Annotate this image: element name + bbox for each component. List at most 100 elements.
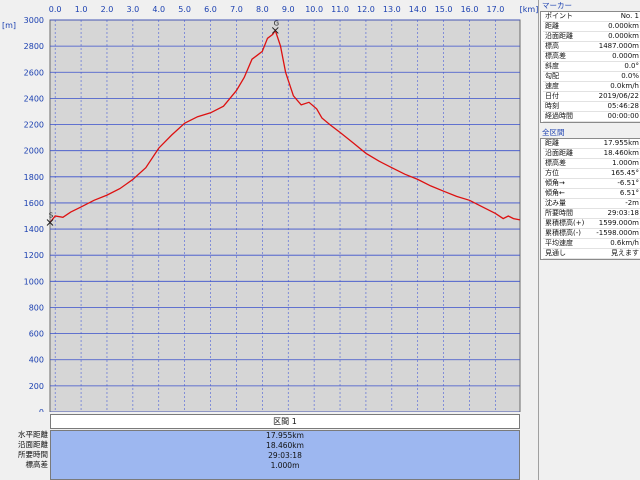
- section-group-title: 全区間: [542, 128, 565, 137]
- info-label: 経過時間: [543, 111, 585, 122]
- x-tick-label: 16.0: [461, 5, 479, 14]
- y-tick-label: 200: [29, 382, 44, 391]
- x-tick-label: 17.0: [486, 5, 504, 14]
- horizontal-distance-label: 水平距離: [18, 430, 48, 439]
- y-tick-label: 2000: [24, 147, 44, 156]
- info-row: 沈み量 -2m: [543, 198, 640, 209]
- info-value: -2m: [590, 198, 640, 209]
- section-summary-labels: 水平距離 沿面距離 所要時間 標高差: [2, 430, 48, 470]
- y-tick-label: 1400: [24, 225, 44, 234]
- x-tick-label: 0.0: [49, 5, 62, 14]
- section-info-table: 距離 17.955km 沿面距離 18.460km 標高差 1.000m 方位 165.45°…: [543, 139, 640, 259]
- surface-distance-label: 沿面距離: [18, 440, 48, 449]
- marker-group-title: マーカー: [542, 1, 572, 10]
- info-label: 日付: [543, 91, 585, 102]
- section-label[interactable]: 区間 1: [50, 414, 520, 429]
- elevation-chart-svg[interactable]: 0.0 1.0 2.0 3.0 4.0 5.0 6.0 7.0 8.0 9.0 10.0 11.0 12…: [0, 0, 538, 412]
- info-row: 傾角← 6.51°: [543, 188, 640, 199]
- info-label: 時刻: [543, 101, 585, 112]
- x-tick-label: 1.0: [75, 5, 88, 14]
- info-row: 見通し 見えます: [543, 248, 640, 259]
- info-value: -6.51°: [590, 178, 640, 189]
- info-row: 距離 0.000km: [543, 21, 640, 32]
- elevation-chart[interactable]: 0.0 1.0 2.0 3.0 4.0 5.0 6.0 7.0 8.0 9.0 10.0 11.0 12…: [0, 0, 538, 412]
- y-tick-label: 2200: [24, 121, 44, 130]
- section-summary-panel: 区間 1 水平距離 沿面距離 所要時間 標高差 17.955km 18.460k…: [0, 412, 538, 480]
- marker-info-box: ポイント No. 1 距離 0.000km 沿面距離 0.000km 標高 1487.000m…: [540, 11, 640, 123]
- info-label: 距離: [543, 21, 585, 32]
- info-value: 見えます: [590, 248, 640, 259]
- y-tick-label: 800: [29, 303, 44, 312]
- y-tick-label: 1200: [24, 251, 44, 260]
- info-value: 0.000m: [584, 51, 640, 62]
- info-row: 方位 165.45°: [543, 168, 640, 179]
- x-tick-label: 13.0: [383, 5, 401, 14]
- x-tick-label: 2.0: [101, 5, 114, 14]
- x-tick-label: 8.0: [256, 5, 269, 14]
- x-tick-label: 5.0: [178, 5, 191, 14]
- info-label: 沿面距離: [543, 31, 585, 42]
- info-row: 累積標高(+) 1599.000m: [543, 218, 640, 229]
- info-value: 0.000km: [584, 31, 640, 42]
- required-time-label: 所要時間: [18, 450, 48, 459]
- info-value: 29:03:18: [590, 208, 640, 219]
- info-label: 速度: [543, 81, 585, 92]
- info-label: 勾配: [543, 71, 585, 82]
- info-label: 標高差: [543, 158, 591, 169]
- x-tick-label: 10.0: [305, 5, 323, 14]
- info-label: 平均速度: [543, 238, 591, 249]
- info-row: 経過時間 00:00:00: [543, 111, 640, 122]
- info-row: 速度 0.0km/h: [543, 81, 640, 92]
- info-label: 斜度: [543, 61, 585, 72]
- info-value: 1.000m: [590, 158, 640, 169]
- info-value: 18.460km: [590, 148, 640, 159]
- y-tick-label: 1800: [24, 173, 44, 182]
- info-row: 距離 17.955km: [543, 139, 640, 149]
- info-value: 1487.000m: [584, 41, 640, 52]
- section-summary-values[interactable]: 17.955km 18.460km 29:03:18 1.000m: [50, 430, 520, 480]
- info-value: 05:46:28: [584, 101, 640, 112]
- x-tick-label: 3.0: [126, 5, 139, 14]
- elevation-diff-label: 標高差: [25, 460, 49, 469]
- info-value: 1599.000m: [590, 218, 640, 229]
- info-value: 17.955km: [590, 139, 640, 149]
- y-tick-label: 1000: [24, 277, 44, 286]
- marker-label: G: [274, 19, 279, 27]
- info-label: 累積標高(+): [543, 218, 591, 229]
- info-value: -1598.000m: [590, 228, 640, 239]
- info-label: 標高差: [543, 51, 585, 62]
- info-value: No. 1: [584, 12, 640, 22]
- info-label: 沈み量: [543, 198, 591, 209]
- info-value: 00:00:00: [584, 111, 640, 122]
- info-row: 斜度 0.0°: [543, 61, 640, 72]
- info-row: 標高差 1.000m: [543, 158, 640, 169]
- info-row: 所要時間 29:03:18: [543, 208, 640, 219]
- info-label: 所要時間: [543, 208, 591, 219]
- info-value: 165.45°: [590, 168, 640, 179]
- y-tick-label: 2600: [24, 68, 44, 77]
- info-label: ポイント: [543, 12, 585, 22]
- info-side-panel: マーカー ポイント No. 1 距離 0.000km 沿面距離 0.000km 標高 1487…: [538, 0, 640, 480]
- info-label: 傾角→: [543, 178, 591, 189]
- info-row: 時刻 05:46:28: [543, 101, 640, 112]
- surface-distance-value: 18.460km: [266, 441, 304, 450]
- info-row: ポイント No. 1: [543, 12, 640, 22]
- info-label: 沿面距離: [543, 148, 591, 159]
- y-tick-label: 2800: [24, 42, 44, 51]
- info-value: 6.51°: [590, 188, 640, 199]
- x-tick-label: 7.0: [230, 5, 243, 14]
- info-label: 距離: [543, 139, 591, 149]
- y-tick-label: 2400: [24, 94, 44, 103]
- x-tick-label: 4.0: [152, 5, 165, 14]
- plot-background: [49, 19, 521, 412]
- section-info-box: 距離 17.955km 沿面距離 18.460km 標高差 1.000m 方位 165.45°…: [540, 138, 640, 260]
- y-tick-label: 1600: [24, 199, 44, 208]
- info-label: 標高: [543, 41, 585, 52]
- x-tick-label: 12.0: [357, 5, 375, 14]
- info-row: 標高差 0.000m: [543, 51, 640, 62]
- y-tick-label: 600: [29, 330, 44, 339]
- horizontal-distance-value: 17.955km: [266, 431, 304, 440]
- info-row: 勾配 0.0%: [543, 71, 640, 82]
- info-value: 2019/06/22: [584, 91, 640, 102]
- info-row: 沿面距離 0.000km: [543, 31, 640, 42]
